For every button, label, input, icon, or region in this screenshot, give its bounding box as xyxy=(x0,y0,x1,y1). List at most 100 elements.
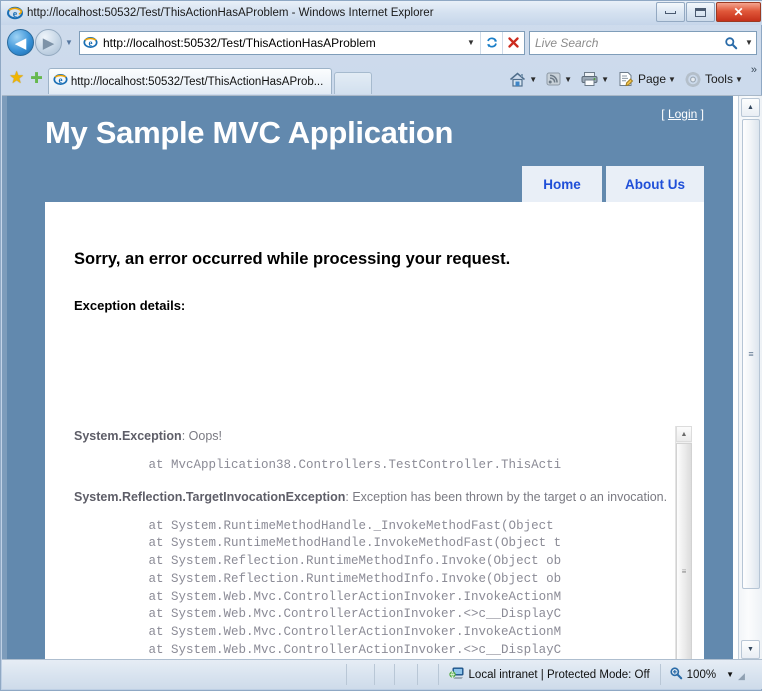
zoom-dropdown-button[interactable]: ▼ xyxy=(726,670,734,679)
exception-details-content: System.Exception: Oops! at MvcApplicatio… xyxy=(74,426,674,660)
chevron-down-icon[interactable]: ▼ xyxy=(735,75,743,84)
internet-explorer-icon: e xyxy=(53,72,68,92)
window-title: http://localhost:50532/Test/ThisActionHa… xyxy=(27,7,434,19)
login-link[interactable]: Login xyxy=(668,107,697,121)
page-vertical-scrollbar[interactable]: ▲ ≡ ▼ xyxy=(738,96,762,660)
recent-pages-button[interactable]: ▼ xyxy=(62,29,76,56)
search-box[interactable]: Live Search ▼ xyxy=(529,30,757,55)
command-overflow-button[interactable]: » xyxy=(751,64,757,76)
maximize-button[interactable] xyxy=(686,2,715,22)
scroll-up-button[interactable]: ▲ xyxy=(676,426,692,442)
status-message-area xyxy=(2,664,347,685)
chevron-down-icon: ▼ xyxy=(467,38,475,47)
browser-window: e http://localhost:50532/Test/ThisAction… xyxy=(0,0,762,691)
content-card: Sorry, an error occurred while processin… xyxy=(45,202,704,660)
window-controls: ✕ xyxy=(655,2,761,22)
home-button[interactable]: ▼ xyxy=(506,67,543,91)
exception-type: System.Exception xyxy=(74,429,182,443)
login-bracket-open: [ xyxy=(661,107,665,121)
feeds-button[interactable]: ▼ xyxy=(543,67,578,91)
exception-title: System.Reflection.TargetInvocationExcept… xyxy=(74,489,674,506)
print-button[interactable]: ▼ xyxy=(578,67,615,91)
home-icon xyxy=(510,72,526,87)
chevron-down-icon: ▼ xyxy=(745,38,753,47)
internet-explorer-icon: e xyxy=(5,3,25,23)
site-nav-tabs: Home About Us xyxy=(518,166,704,202)
chevron-down-icon[interactable]: ▼ xyxy=(564,75,572,84)
close-button[interactable]: ✕ xyxy=(716,2,761,22)
page-scroll-up-button[interactable]: ▲ xyxy=(741,98,760,117)
command-bar: ▼ ▼ ▼ Page ▼ Tools ▼ » xyxy=(506,64,762,94)
svg-text:e: e xyxy=(88,38,92,48)
new-tab-button[interactable] xyxy=(334,72,373,94)
print-icon xyxy=(581,72,598,86)
address-dropdown-button[interactable]: ▼ xyxy=(462,32,480,54)
maximize-icon xyxy=(695,7,706,17)
refresh-button[interactable] xyxy=(480,31,502,54)
svg-text:e: e xyxy=(58,75,62,85)
details-vertical-scrollbar[interactable]: ▲ ≡ ▼ xyxy=(675,426,692,660)
exception-type: System.Reflection.TargetInvocationExcept… xyxy=(74,489,346,504)
search-dropdown-button[interactable]: ▼ xyxy=(742,32,756,54)
forward-arrow-icon: ▶ xyxy=(42,34,55,52)
search-input[interactable]: Live Search xyxy=(530,36,720,50)
exception-stack-frames: at MvcApplication38.Controllers.TestCont… xyxy=(126,457,562,472)
login-bracket-close: ] xyxy=(700,107,704,121)
page-icon: e xyxy=(80,33,100,53)
grip-icon: ≡ xyxy=(748,348,754,359)
login-area: [ Login ] xyxy=(661,107,704,121)
tools-menu-icon xyxy=(685,71,701,87)
nav-tab-about-us[interactable]: About Us xyxy=(606,166,704,202)
nav-tab-home[interactable]: Home xyxy=(522,166,602,202)
minimize-button[interactable] xyxy=(656,2,685,22)
search-icon[interactable] xyxy=(720,32,742,54)
page-scroll-thumb[interactable]: ≡ xyxy=(742,119,760,589)
browser-tab-label: http://localhost:50532/Test/ThisActionHa… xyxy=(70,75,324,88)
stop-button[interactable] xyxy=(502,31,524,54)
page-scroll-down-button[interactable]: ▼ xyxy=(741,640,760,659)
forward-button[interactable]: ▶ xyxy=(35,29,62,56)
triangle-up-icon: ▲ xyxy=(747,104,754,111)
exception-message: Exception has been thrown by the target … xyxy=(352,489,668,504)
chevron-down-icon[interactable]: ▼ xyxy=(668,75,676,84)
grip-icon: ≡ xyxy=(681,566,687,576)
security-zone-indicator[interactable]: Local intranet | Protected Mode: Off xyxy=(439,664,661,685)
browser-tab[interactable]: e http://localhost:50532/Test/ThisAction… xyxy=(47,68,333,94)
internet-zone-icon xyxy=(448,666,464,683)
minimize-icon xyxy=(665,10,676,14)
page-title: My Sample MVC Application xyxy=(45,115,454,150)
tools-menu-button[interactable]: Tools ▼ xyxy=(682,67,749,91)
add-to-favorites-icon[interactable]: ✚ xyxy=(30,69,43,87)
exception-separator: : xyxy=(181,429,189,443)
web-page-body: [ Login ] My Sample MVC Application Home… xyxy=(2,96,733,660)
zoom-icon xyxy=(669,666,683,683)
resize-grip-icon[interactable]: ◢ xyxy=(738,671,752,685)
chevron-down-icon[interactable]: ▼ xyxy=(601,75,609,84)
exception-message: Oops! xyxy=(188,429,222,443)
status-cell xyxy=(375,664,396,685)
details-scroll-thumb[interactable]: ≡ xyxy=(676,443,692,660)
exception-details-box[interactable]: System.Exception: Oops! at MvcApplicatio… xyxy=(74,425,692,660)
zoom-control[interactable]: 100% ▼ ◢ xyxy=(661,664,762,685)
status-cell xyxy=(395,664,418,685)
feeds-icon xyxy=(546,72,561,86)
tab-and-command-bar: ★ ✚ e http://localhost:50532/Test/ThisAc… xyxy=(1,60,762,94)
favorites-center-icon[interactable]: ★ xyxy=(9,68,24,88)
triangle-up-icon: ▲ xyxy=(680,430,688,438)
address-input[interactable]: http://localhost:50532/Test/ThisActionHa… xyxy=(100,36,462,50)
address-bar[interactable]: e http://localhost:50532/Test/ThisAction… xyxy=(79,30,525,55)
security-zone-text: Local intranet | Protected Mode: Off xyxy=(468,668,650,681)
chevron-down-icon: ▼ xyxy=(65,38,73,47)
exception-title: System.Exception: Oops! xyxy=(74,428,674,445)
page-menu-button[interactable]: Page ▼ xyxy=(615,67,682,91)
chevron-down-icon[interactable]: ▼ xyxy=(529,75,537,84)
triangle-down-icon: ▼ xyxy=(747,646,754,653)
back-arrow-icon: ◀ xyxy=(14,34,27,52)
close-icon: ✕ xyxy=(733,5,744,19)
page-menu-label: Page xyxy=(637,72,667,86)
zoom-level-label: 100% xyxy=(686,668,717,681)
back-button[interactable]: ◀ xyxy=(7,29,34,56)
favorites-buttons: ★ ✚ xyxy=(1,62,48,94)
svg-text:e: e xyxy=(13,9,18,20)
refresh-icon xyxy=(486,37,497,47)
